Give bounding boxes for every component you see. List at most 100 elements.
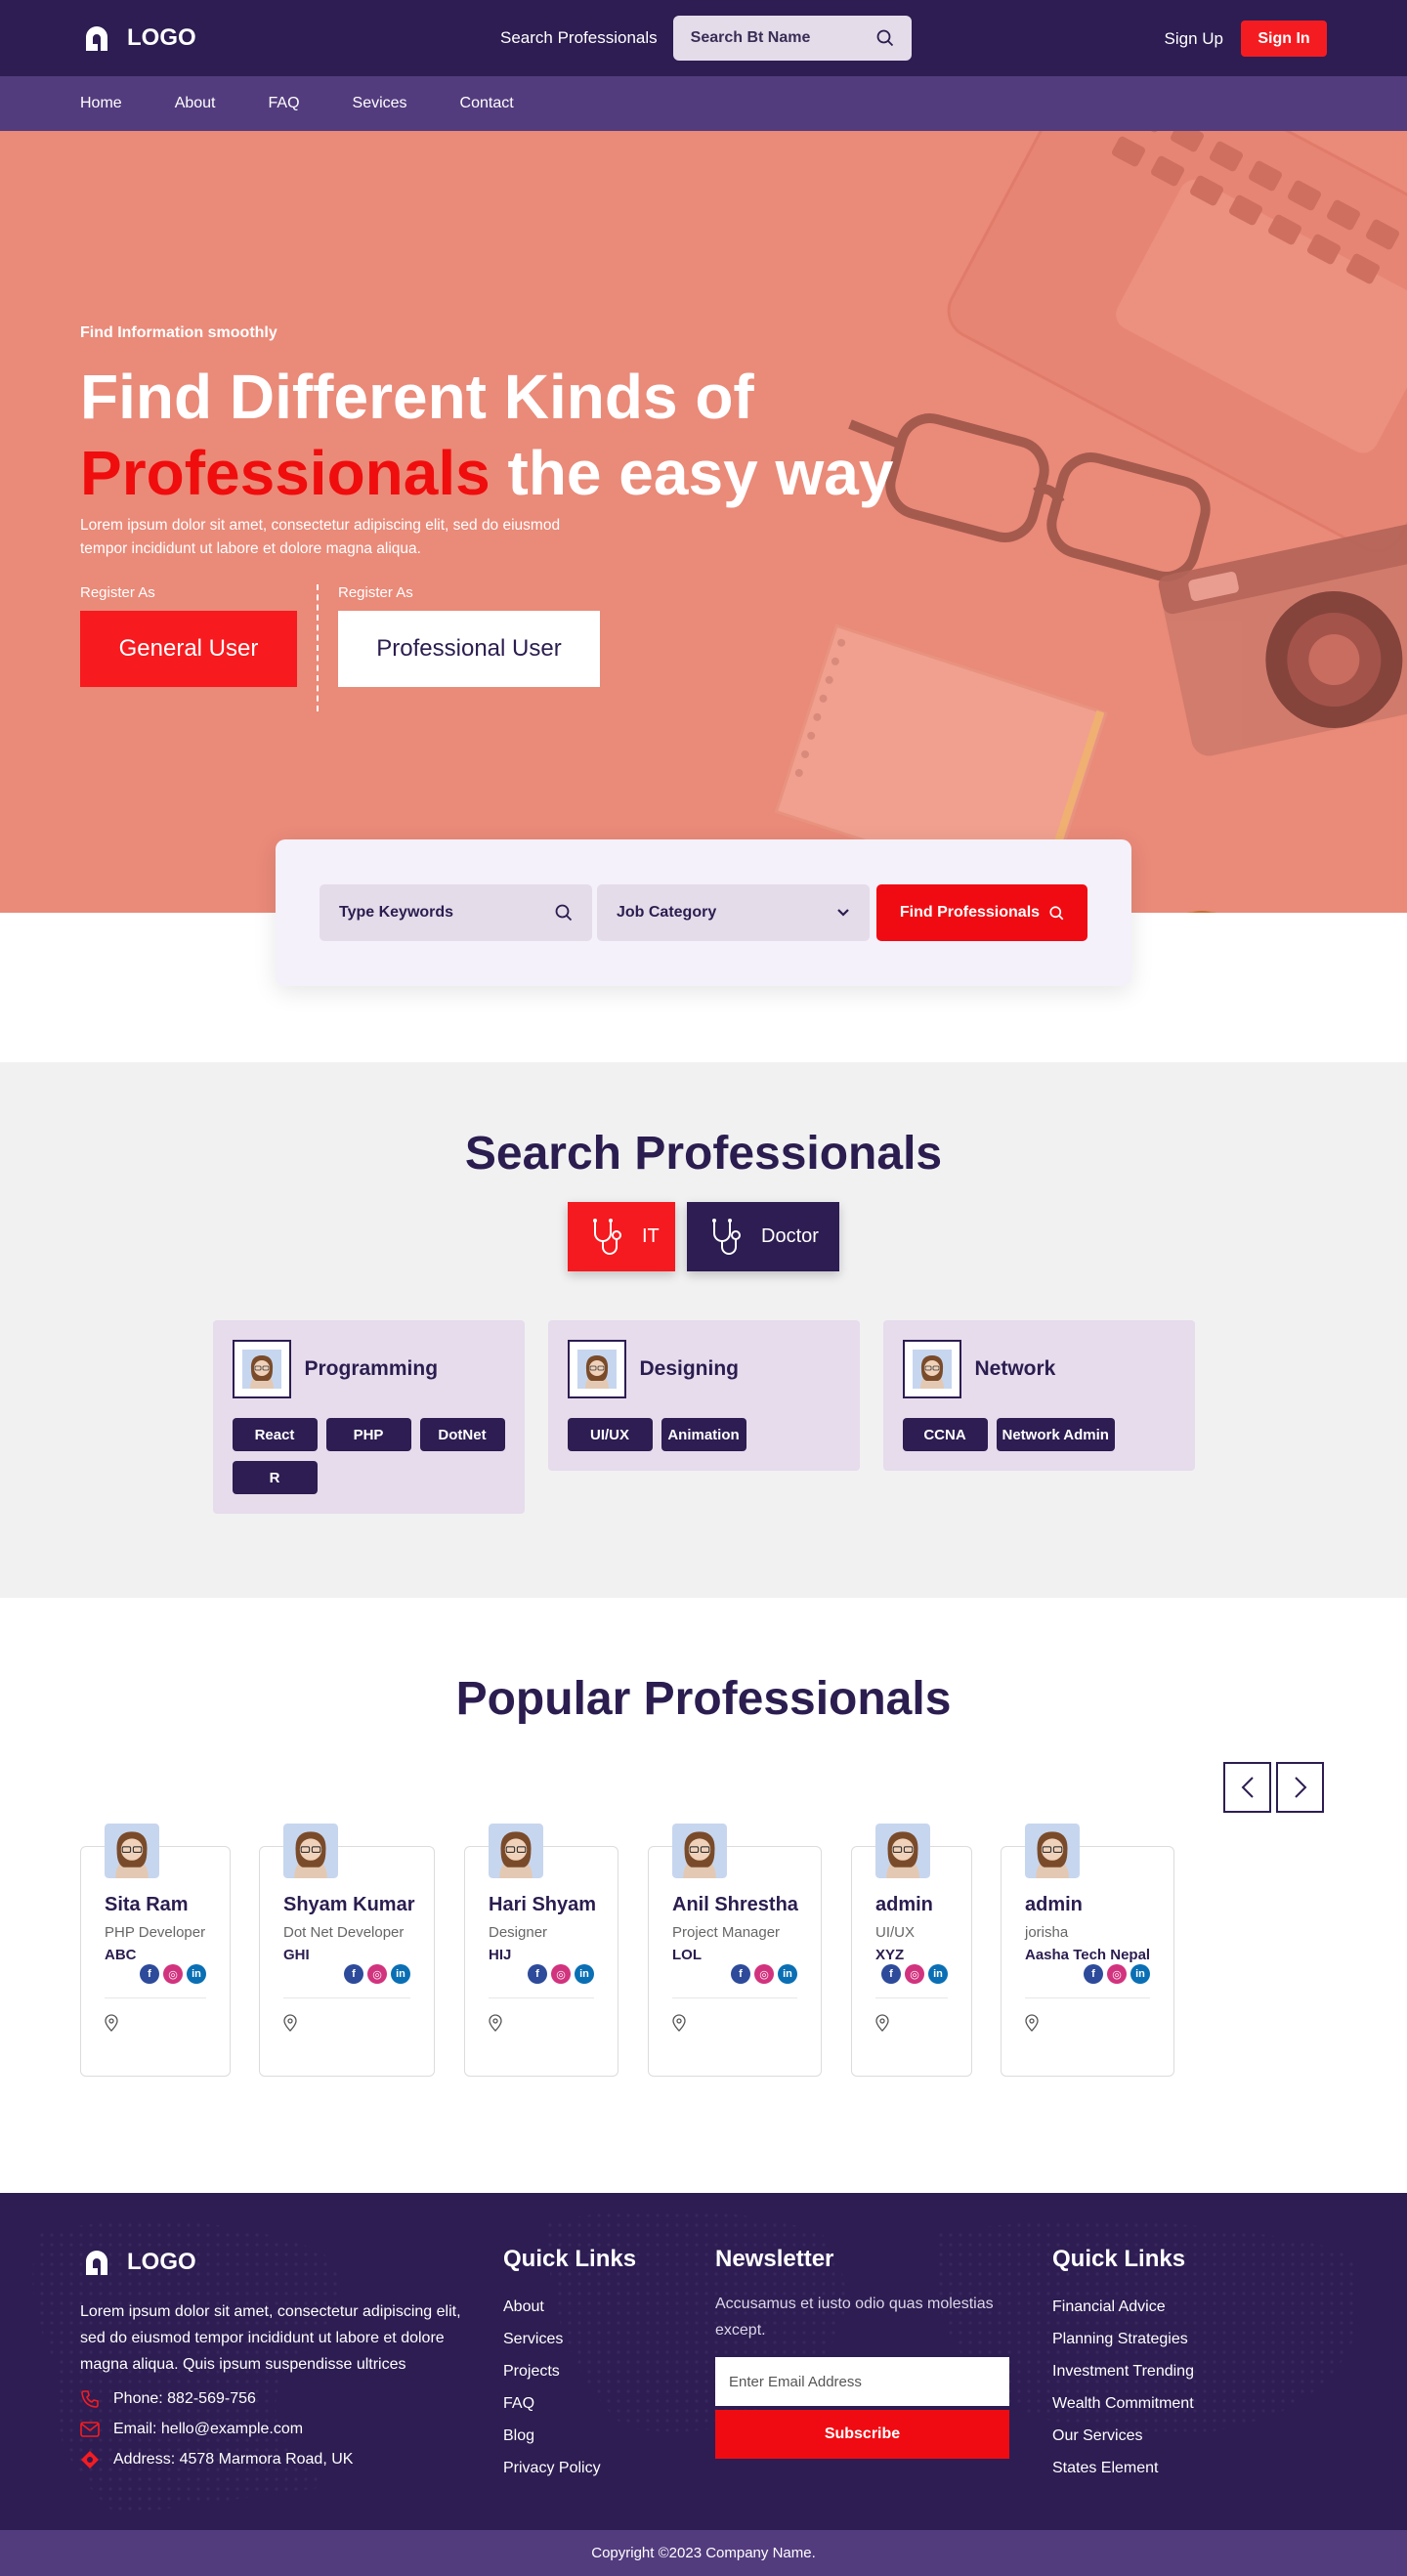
- newsletter-email-input[interactable]: [729, 2373, 996, 2390]
- carousel-prev-button[interactable]: [1223, 1762, 1271, 1813]
- footer-email-text[interactable]: Email: hello@example.com: [113, 2421, 303, 2438]
- search-icon[interactable]: [555, 904, 573, 922]
- facebook-icon[interactable]: f: [140, 1964, 159, 1984]
- professional-name: admin: [1025, 1894, 1083, 1915]
- instagram-icon[interactable]: ◎: [905, 1964, 924, 1984]
- nav-home[interactable]: Home: [80, 95, 122, 112]
- popular-section-title: Popular Professionals: [455, 1673, 952, 1725]
- tab-it-label: IT: [642, 1225, 660, 1247]
- footer-link[interactable]: Our Services: [1052, 2420, 1194, 2452]
- footer-link[interactable]: Blog: [503, 2420, 636, 2452]
- footer-phone-text: Phone: 882-569-756: [113, 2390, 256, 2407]
- tab-doctor[interactable]: Doctor: [687, 1202, 839, 1271]
- skill-tag[interactable]: Network Admin: [996, 1418, 1115, 1451]
- professional-card[interactable]: admin jorisha Aasha Tech Nepal f ◎ in: [1001, 1824, 1174, 2077]
- hero-title-line2: Professionals the easy way: [80, 432, 893, 514]
- copyright-bar: Copyright ©2023 Company Name.: [0, 2530, 1407, 2576]
- location-pin-icon: [1025, 2014, 1039, 2032]
- site-footer: LOGO Lorem ipsum dolor sit amet, consect…: [0, 2193, 1407, 2530]
- professional-role: jorisha: [1025, 1924, 1069, 1941]
- linkedin-icon[interactable]: in: [1130, 1964, 1150, 1984]
- linkedin-icon[interactable]: in: [928, 1964, 948, 1984]
- skill-tag[interactable]: UI/UX: [567, 1418, 653, 1451]
- logo-icon: [86, 26, 107, 51]
- find-professionals-button[interactable]: Find Professionals: [875, 884, 1087, 941]
- professional-card[interactable]: Anil Shrestha Project Manager LOL f ◎ in: [648, 1824, 822, 2077]
- hero-title-line1: Find Different Kinds of: [80, 362, 754, 432]
- footer-link[interactable]: States Element: [1052, 2452, 1194, 2484]
- skill-tag[interactable]: R: [232, 1461, 318, 1494]
- facebook-icon[interactable]: f: [881, 1964, 901, 1984]
- nav-services[interactable]: Sevices: [353, 95, 407, 112]
- skill-tag[interactable]: PHP: [325, 1418, 411, 1451]
- footer-logo[interactable]: LOGO: [80, 2246, 461, 2279]
- find-professionals-label: Find Professionals: [899, 904, 1041, 921]
- footer-link[interactable]: About: [503, 2291, 636, 2323]
- professional-photo: [875, 1824, 930, 1878]
- linkedin-icon[interactable]: in: [187, 1964, 206, 1984]
- footer-link[interactable]: Financial Advice: [1052, 2291, 1194, 2323]
- professional-card[interactable]: Sita Ram PHP Developer ABC f ◎ in: [80, 1824, 231, 2077]
- carousel-next-button[interactable]: [1276, 1762, 1324, 1813]
- footer-link[interactable]: Projects: [503, 2355, 636, 2387]
- subcategory-cards: Programming React PHP DotNet R Designing…: [0, 1320, 1407, 1514]
- nav-faq[interactable]: FAQ: [269, 95, 300, 112]
- register-professional-user-button[interactable]: Professional User: [338, 611, 600, 687]
- professional-cards: Sita Ram PHP Developer ABC f ◎ in Shyam …: [80, 1824, 1174, 2077]
- instagram-icon[interactable]: ◎: [367, 1964, 387, 1984]
- facebook-icon[interactable]: f: [344, 1964, 363, 1984]
- linkedin-icon[interactable]: in: [391, 1964, 410, 1984]
- hero-description: Lorem ipsum dolor sit amet, consectetur …: [80, 517, 561, 557]
- site-logo[interactable]: LOGO: [80, 21, 196, 55]
- professional-role: PHP Developer: [105, 1924, 206, 1941]
- linkedin-icon[interactable]: in: [778, 1964, 797, 1984]
- instagram-icon[interactable]: ◎: [1107, 1964, 1127, 1984]
- footer-link[interactable]: Services: [503, 2323, 636, 2355]
- footer-link[interactable]: Wealth Commitment: [1052, 2387, 1194, 2420]
- keyword-input[interactable]: Type Keywords: [320, 884, 592, 941]
- subcategory-card[interactable]: Network CCNA Network Admin: [882, 1320, 1195, 1471]
- facebook-icon[interactable]: f: [528, 1964, 547, 1984]
- signup-link[interactable]: Sign Up: [1165, 29, 1223, 49]
- professional-company: GHI: [283, 1947, 310, 1963]
- linkedin-icon[interactable]: in: [575, 1964, 594, 1984]
- footer-link[interactable]: Investment Trending: [1052, 2355, 1194, 2387]
- header-search-box[interactable]: [672, 16, 912, 61]
- tab-it[interactable]: IT: [568, 1202, 675, 1271]
- avatar: [902, 1340, 961, 1398]
- professional-company: ABC: [105, 1947, 137, 1963]
- professional-card[interactable]: Shyam Kumar Dot Net Developer GHI f ◎ in: [259, 1824, 435, 2077]
- nav-contact[interactable]: Contact: [460, 95, 514, 112]
- mail-icon: [80, 2422, 100, 2437]
- subscribe-button[interactable]: Subscribe: [715, 2410, 1009, 2459]
- keyword-placeholder: Type Keywords: [339, 904, 454, 921]
- footer-address: Address: 4578 Marmora Road, UK: [80, 2450, 461, 2469]
- footer-link[interactable]: Planning Strategies: [1052, 2323, 1194, 2355]
- skill-tag[interactable]: CCNA: [902, 1418, 988, 1451]
- professional-name: admin: [875, 1894, 933, 1915]
- register-general-user-button[interactable]: General User: [80, 611, 297, 687]
- professional-card[interactable]: admin UI/UX XYZ f ◎ in: [851, 1824, 972, 2077]
- facebook-icon[interactable]: f: [1084, 1964, 1103, 1984]
- footer-link[interactable]: Privacy Policy: [503, 2452, 636, 2484]
- newsletter-email-field[interactable]: [715, 2357, 1009, 2406]
- instagram-icon[interactable]: ◎: [163, 1964, 183, 1984]
- job-category-select[interactable]: Job Category: [596, 884, 870, 941]
- skill-tag[interactable]: React: [232, 1418, 318, 1451]
- job-category-label: Job Category: [616, 904, 717, 921]
- header-search-input[interactable]: [690, 29, 857, 47]
- subcategory-card[interactable]: Designing UI/UX Animation: [547, 1320, 860, 1471]
- card-divider: [489, 1997, 594, 1998]
- professional-card[interactable]: Hari Shyam Designer HIJ f ◎ in: [464, 1824, 618, 2077]
- skill-tag[interactable]: DotNet: [419, 1418, 505, 1451]
- instagram-icon[interactable]: ◎: [754, 1964, 774, 1984]
- hero-title-accent: Professionals: [80, 438, 490, 508]
- nav-about[interactable]: About: [175, 95, 216, 112]
- facebook-icon[interactable]: f: [731, 1964, 750, 1984]
- instagram-icon[interactable]: ◎: [551, 1964, 571, 1984]
- skill-tag[interactable]: Animation: [661, 1418, 746, 1451]
- signin-button[interactable]: Sign In: [1241, 21, 1327, 57]
- search-icon[interactable]: [876, 29, 894, 47]
- footer-link[interactable]: FAQ: [503, 2387, 636, 2420]
- subcategory-card[interactable]: Programming React PHP DotNet R: [212, 1320, 525, 1514]
